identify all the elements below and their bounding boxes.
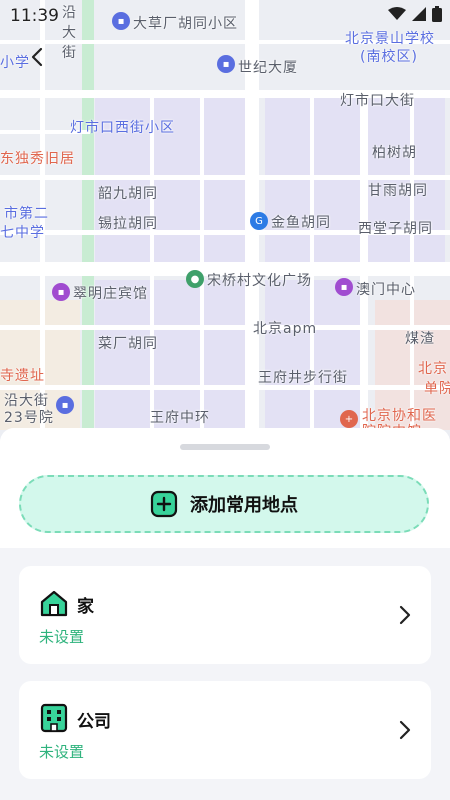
map-label: 市第二 [4,206,49,222]
home-card[interactable]: 家 未设置 [19,566,431,664]
hotel-icon: ▪ [52,283,70,301]
home-title: 家 [77,597,94,617]
home-icon [39,588,69,618]
map-view[interactable]: 沿 大 街 ▪ 大草厂胡同小区 北京景山学校 (南校区) ▪ 世纪大厦 灯市口大… [0,0,450,440]
sheet-header: 添加常用地点 [0,428,450,548]
map-label: 东独秀旧居 [0,151,75,167]
map-label: 街 [62,45,77,61]
office-building-icon [39,703,69,733]
bottom-sheet: 添加常用地点 家 未设置 公司 未设置 [0,428,450,800]
add-frequent-place-button[interactable]: 添加常用地点 [19,475,429,533]
map-label: 七中学 [0,225,45,241]
add-place-label: 添加常用地点 [190,495,298,516]
signal-icon [412,7,426,21]
building-icon: ▪ [56,396,74,414]
chevron-right-icon [395,604,415,626]
status-time: 11:39 [10,6,59,26]
battery-icon [432,6,442,22]
map-label: 单院 [424,381,450,397]
metro-icon: G [250,212,268,230]
map-label: (南校区) [360,49,418,65]
map-label: 柏树胡 [372,145,417,161]
map-label: 翠明庄宾馆 [73,286,148,302]
home-status: 未设置 [39,628,85,646]
map-label: 灯市口西街小区 [70,120,175,136]
plus-square-icon [150,490,178,518]
drag-handle[interactable] [180,444,270,450]
company-title: 公司 [77,712,111,732]
map-label: 韶九胡同 [98,186,158,202]
map-label: 王府中环 [150,410,210,426]
map-label: 灯市口大街 [340,93,415,109]
map-label: 宋桥村文化广场 [207,273,312,289]
map-label: 西堂子胡同 [358,221,433,237]
status-bar: 11:39 [0,0,450,32]
chevron-right-icon [395,719,415,741]
hospital-icon: + [340,410,358,428]
back-button[interactable] [22,42,52,72]
map-label: 王府井步行街 [258,370,348,386]
map-label: 北京apm [253,321,318,337]
building-icon: ▪ [217,55,235,73]
pin-icon: ● [186,270,204,288]
map-label: 菜厂胡同 [98,336,158,352]
map-label: 寺遗址 [0,368,45,384]
company-status: 未设置 [39,743,85,761]
map-label: 澳门中心 [356,282,416,298]
map-label: 煤渣 [405,331,435,347]
map-label: 世纪大厦 [238,60,298,76]
wifi-icon [388,7,406,20]
company-card[interactable]: 公司 未设置 [19,681,431,779]
shop-icon: ▪ [335,278,353,296]
map-label: 锡拉胡同 [98,216,158,232]
map-label: 23号院 [4,410,54,426]
status-icons [388,6,442,22]
map-label: 北京 [418,361,448,377]
chevron-left-icon [31,47,43,67]
map-label: 甘雨胡同 [368,183,428,199]
map-label: 金鱼胡同 [271,215,331,231]
